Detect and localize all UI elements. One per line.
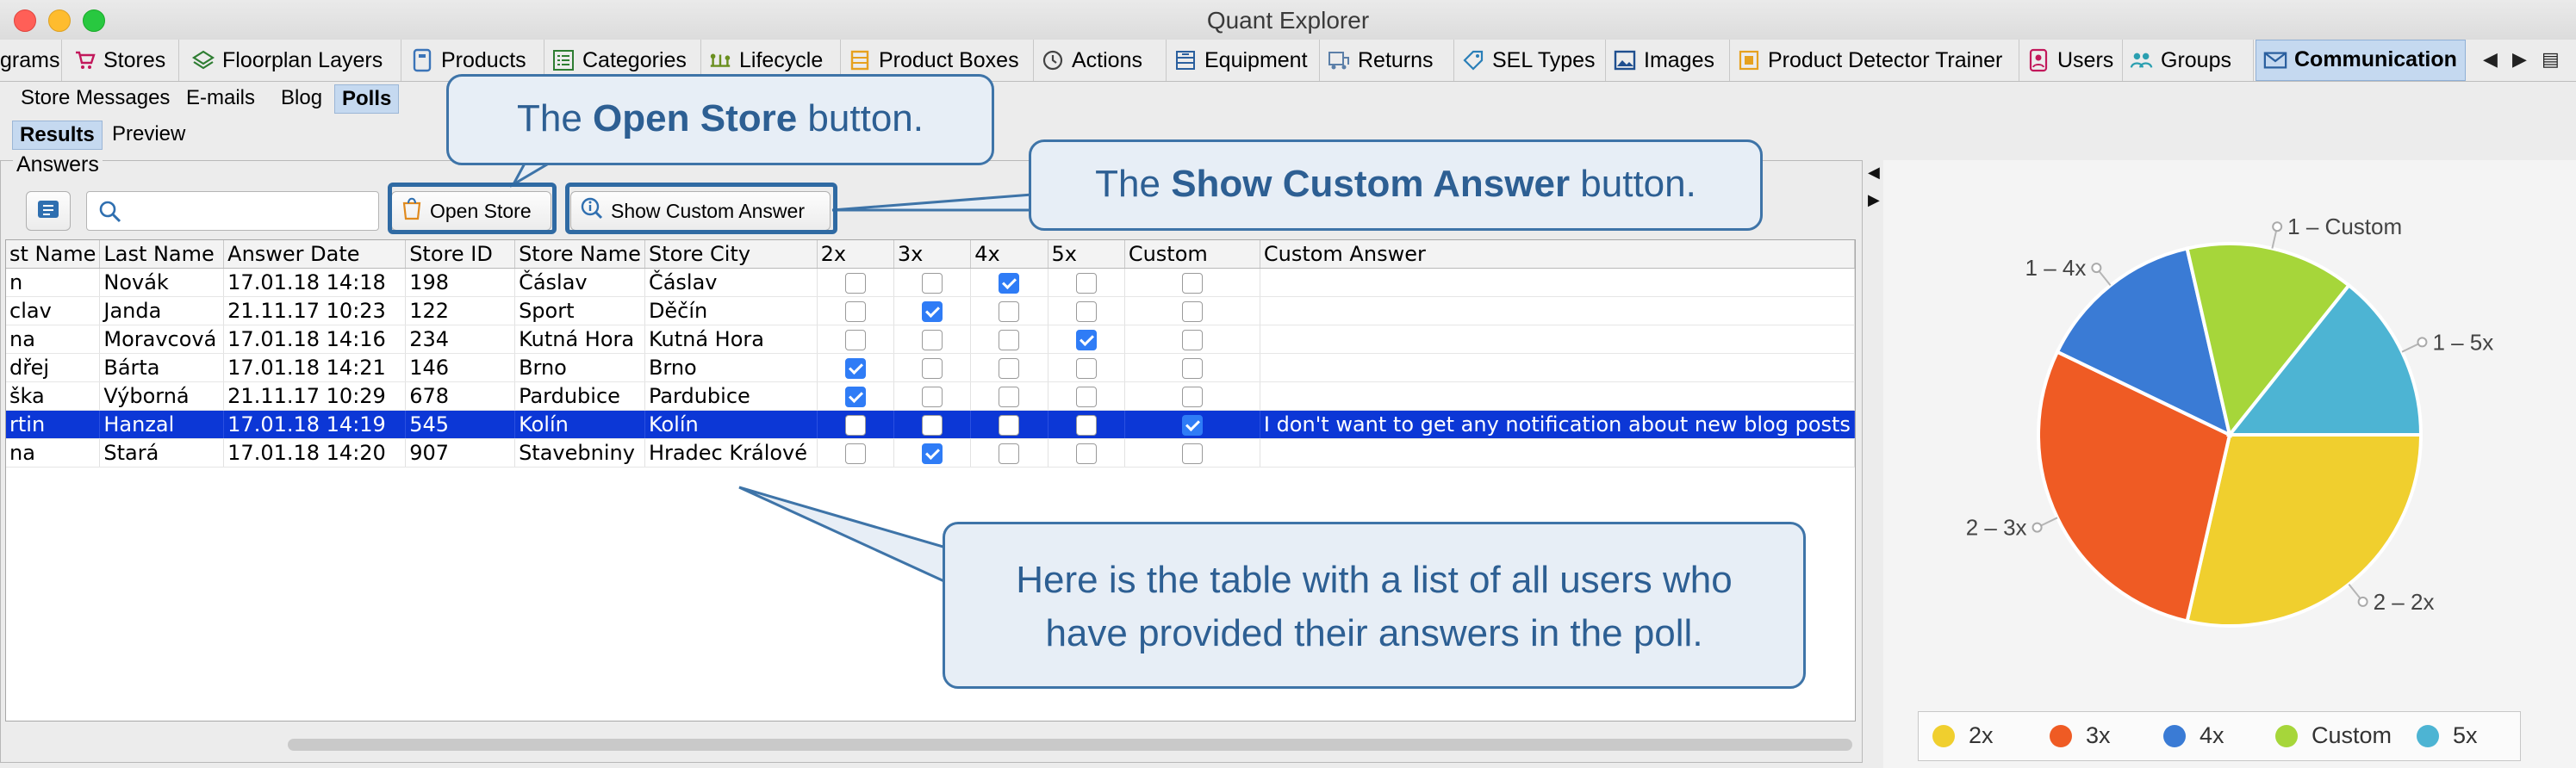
open-store-callout: The Open Store button.: [446, 74, 994, 165]
callout-text-bold: Show Custom Answer: [1171, 163, 1571, 205]
table-callout: Here is the table with a list of all use…: [943, 522, 1806, 689]
callout-text: have provided their answers in the poll.: [1045, 612, 1703, 654]
open-store-highlight: [388, 183, 557, 234]
callout-pointer: [738, 486, 948, 585]
callout-text: The: [517, 97, 594, 139]
callout-text: Here is the table with a list of all use…: [1016, 559, 1733, 601]
callout-text: The: [1095, 163, 1172, 205]
callout-pointer: [831, 193, 1034, 212]
callout-text-bold: Open Store: [593, 97, 798, 139]
show-custom-answer-highlight: [565, 183, 837, 234]
callout-text: button.: [1570, 163, 1696, 205]
callout-text: button.: [797, 97, 924, 139]
show-custom-answer-callout: The Show Custom Answer button.: [1029, 139, 1763, 231]
